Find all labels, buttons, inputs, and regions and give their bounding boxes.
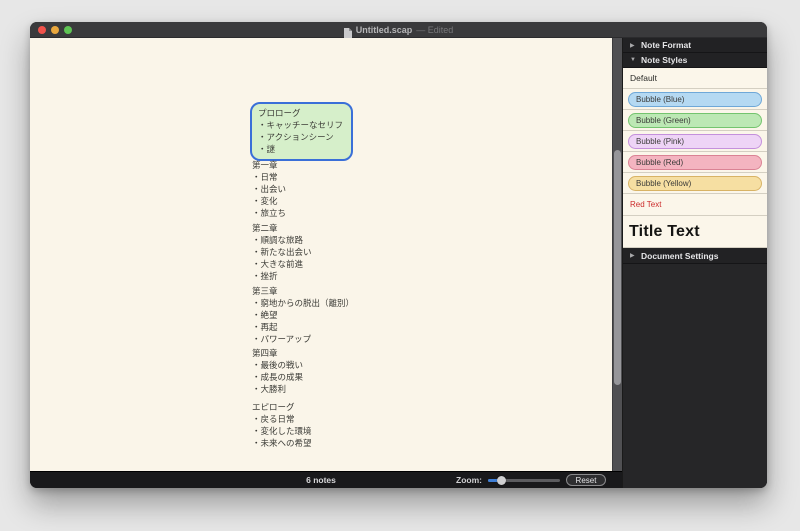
note-line: ・変化 (252, 196, 278, 206)
style-bubble-swatch: Bubble (Red) (628, 154, 762, 170)
style-row-bubble-yellow[interactable]: Bubble (Yellow) (623, 173, 767, 194)
zoom-slider[interactable] (488, 475, 560, 486)
note-line: ・謎 (258, 144, 276, 154)
note-text[interactable]: エピローグ・戻る日常・変化した環境 ・未来への希望 (252, 401, 312, 449)
section-note-format[interactable]: ▶ Note Format (623, 38, 767, 53)
collapsed-triangle-icon: ▶ (630, 42, 635, 49)
note-styles-list: Default Bubble (Blue) Bubble (Green) Bubble… (623, 68, 767, 248)
scapple-canvas[interactable]: プロローグ ・キャッチーなセリフ ・アクションシーン ・謎 第一章 ・日常 ・出会い ・変化・… (30, 38, 612, 471)
style-label: Red Text (630, 200, 662, 209)
note-line: 第一章 (252, 160, 278, 170)
note-line: ・窮地からの脱出（離別） (252, 298, 355, 308)
note-line: ・戻る日常 (252, 414, 295, 424)
zoom-slider-thumb[interactable] (497, 475, 506, 485)
style-bubble-swatch: Bubble (Yellow) (628, 175, 762, 191)
note-line: 第四章 (252, 348, 278, 358)
style-label: Bubble (Red) (636, 157, 684, 167)
note-line: ・再起 (252, 322, 278, 332)
style-row-bubble-red[interactable]: Bubble (Red) (623, 152, 767, 173)
note-format-label: Note Format (641, 40, 692, 50)
style-label: Bubble (Yellow) (636, 178, 692, 188)
note-styles-label: Note Styles (641, 55, 688, 65)
style-row-bubble-pink[interactable]: Bubble (Pink) (623, 131, 767, 152)
style-bubble-swatch: Bubble (Pink) (628, 133, 762, 149)
style-label: Title Text (629, 222, 700, 240)
document-settings-label: Document Settings (641, 250, 719, 261)
note-line: 第三章 (252, 286, 278, 296)
note-line: ・アクションシーン (258, 132, 334, 142)
note-text[interactable]: 第一章・日常・出会い・変化・旅立ち (252, 159, 286, 219)
section-note-styles[interactable]: ▼ Note Styles (623, 53, 767, 68)
collapsed-triangle-icon: ▶ (630, 253, 635, 259)
close-icon[interactable] (38, 25, 46, 34)
document-icon (343, 25, 352, 38)
app-window: Untitled.scap — Edited プロローグ・キャッチーなセリフ ・ア… (30, 22, 767, 488)
inspector-sidebar: ▶ Note Format ▼ Note Styles Default Bubbl… (622, 38, 767, 488)
style-label: Bubble (Green) (636, 115, 691, 125)
expanded-triangle-icon: ▼ (630, 57, 636, 63)
vertical-scrollbar[interactable] (612, 38, 622, 471)
zoom-icon[interactable] (64, 25, 72, 34)
note-line: ・旅立ち (252, 208, 287, 218)
note-line: ・成長の成果 (252, 372, 304, 382)
note-line: ・挫折 (252, 271, 278, 281)
note-line: ・出会い (252, 184, 287, 194)
style-row-title-text[interactable]: Title Text (623, 216, 767, 248)
titlebar[interactable]: Untitled.scap — Edited (30, 22, 767, 38)
canvas-wrap: プロローグ ・キャッチーなセリフ ・アクションシーン ・謎 第一章 ・日常 ・出会い ・変化・… (30, 38, 622, 471)
note-text[interactable]: 第三章・窮地からの脱出（離別） ・絶望・再起・パワーアップ (252, 285, 354, 345)
note-line: プロローグ (258, 108, 301, 118)
note-line: ・未来への希望 (252, 438, 312, 448)
style-bubble-swatch: Bubble (Green) (628, 112, 762, 128)
note-line: エピローグ (252, 402, 295, 412)
note-line: ・絶望 (252, 310, 278, 320)
style-row-bubble-green[interactable]: Bubble (Green) (623, 110, 767, 131)
minimize-icon[interactable] (51, 25, 59, 34)
main-area: プロローグ ・キャッチーなセリフ ・アクションシーン ・謎 第一章 ・日常 ・出会い ・変化・… (30, 38, 767, 488)
style-label: Bubble (Pink) (636, 136, 685, 146)
section-document-settings[interactable]: ▶ Document Settings (623, 248, 767, 264)
note-line: ・変化した環境 (252, 426, 312, 436)
status-bar: 6 notes Zoom: Reset (30, 471, 622, 488)
canvas-column: プロローグ ・キャッチーなセリフ ・アクションシーン ・謎 第一章 ・日常 ・出会い ・変化・… (30, 38, 622, 488)
traffic-lights (38, 25, 72, 34)
document-title: Untitled.scap (355, 24, 413, 35)
note-line: ・キャッチーなセリフ (258, 120, 344, 130)
sidebar-filler (623, 264, 767, 488)
edited-badge: — Edited (416, 24, 454, 35)
window-title: Untitled.scap — Edited (30, 22, 767, 38)
note-text[interactable]: 第四章・最後の戦い ・成長の成果 ・大勝利 (252, 347, 303, 395)
style-row-red-text[interactable]: Red Text (623, 194, 767, 216)
note-text[interactable]: 第二章・順調な旅路 ・新たな出会い ・大きな前進 ・挫折 (252, 222, 312, 282)
note-line: ・最後の戦い (252, 360, 304, 370)
note-line: ・日常 (252, 172, 278, 182)
note-line: ・順調な旅路 (252, 235, 304, 245)
note-line: ・大きな前進 (252, 259, 304, 269)
style-label: Bubble (Blue) (636, 94, 685, 104)
style-bubble-swatch: Bubble (Blue) (628, 91, 762, 107)
style-label: Default (630, 73, 657, 83)
note-line: ・新たな出会い (252, 247, 312, 257)
note-line: ・大勝利 (252, 384, 287, 394)
note-line: 第二章 (252, 223, 278, 233)
style-row-bubble-blue[interactable]: Bubble (Blue) (623, 89, 767, 110)
note-line: ・パワーアップ (252, 334, 312, 344)
scrollbar-thumb[interactable] (614, 150, 621, 385)
note-bubble-selected[interactable]: プロローグ・キャッチーなセリフ ・アクションシーン ・謎 (250, 102, 354, 161)
style-row-default[interactable]: Default (623, 68, 767, 89)
